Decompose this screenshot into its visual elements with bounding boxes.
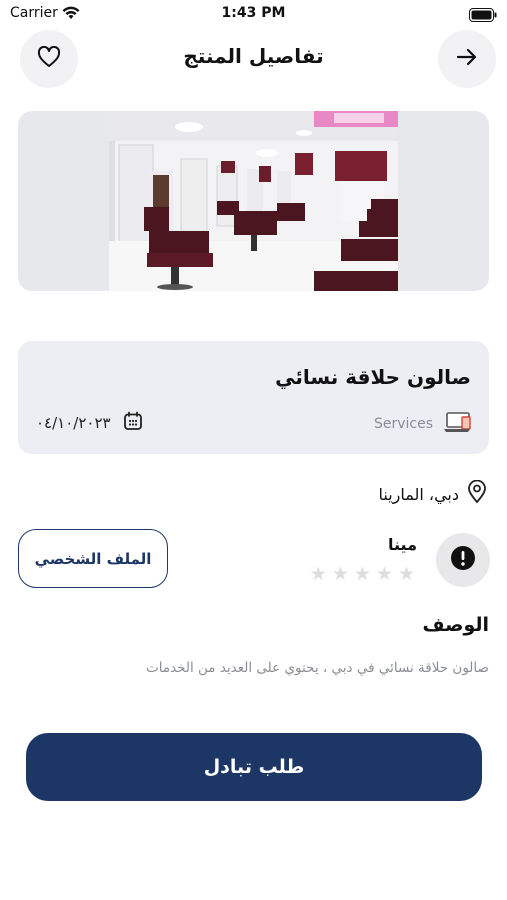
user-avatar[interactable] [436, 533, 490, 587]
status-time: 1:43 PM [221, 5, 286, 21]
heart-icon [37, 45, 61, 72]
rating-stars: ★ ★ ★ ★ ★ [310, 563, 415, 585]
location-text: دبي، المارينا [378, 484, 460, 504]
star-icon: ★ [309, 563, 327, 585]
star-icon: ★ [353, 563, 371, 585]
back-button[interactable] [438, 30, 496, 88]
calendar-icon [123, 411, 143, 435]
owner-name: مينا [388, 535, 417, 554]
star-icon: ★ [331, 563, 349, 585]
exchange-request-button[interactable]: طلب تبادل [26, 733, 482, 801]
battery-icon [469, 7, 497, 26]
location-row: دبي، المارينا [378, 479, 488, 508]
star-icon: ★ [397, 563, 415, 585]
star-icon: ★ [375, 563, 393, 585]
product-name: صالون حلاقة نسائي [275, 365, 471, 389]
salon-photo [109, 111, 398, 291]
favorite-button[interactable] [20, 30, 78, 88]
page-title: تفاصيل المنتج [183, 44, 324, 68]
alert-icon [450, 545, 476, 575]
product-image-banner[interactable] [18, 111, 489, 291]
product-date: ٠٤/١٠/٢٠٢٣ [36, 414, 111, 432]
profile-button[interactable]: الملف الشخصي [18, 529, 168, 588]
status-bar: Carrier 1:43 PM [0, 0, 507, 28]
arrow-right-icon [456, 48, 478, 70]
description-heading: الوصف [422, 614, 489, 636]
date-row: ٠٤/١٠/٢٠٢٣ [36, 411, 143, 435]
category-row: Services [374, 411, 473, 437]
category-label: Services [373, 416, 433, 432]
description-text: صالون حلاقة نسائي في دبي ، يحتوي على الع… [146, 660, 489, 676]
product-info-card: صالون حلاقة نسائي Services ٠٤/١٠/٢٠٢٣ [18, 341, 489, 454]
laptop-icon [443, 411, 473, 437]
location-pin-icon [467, 479, 487, 508]
